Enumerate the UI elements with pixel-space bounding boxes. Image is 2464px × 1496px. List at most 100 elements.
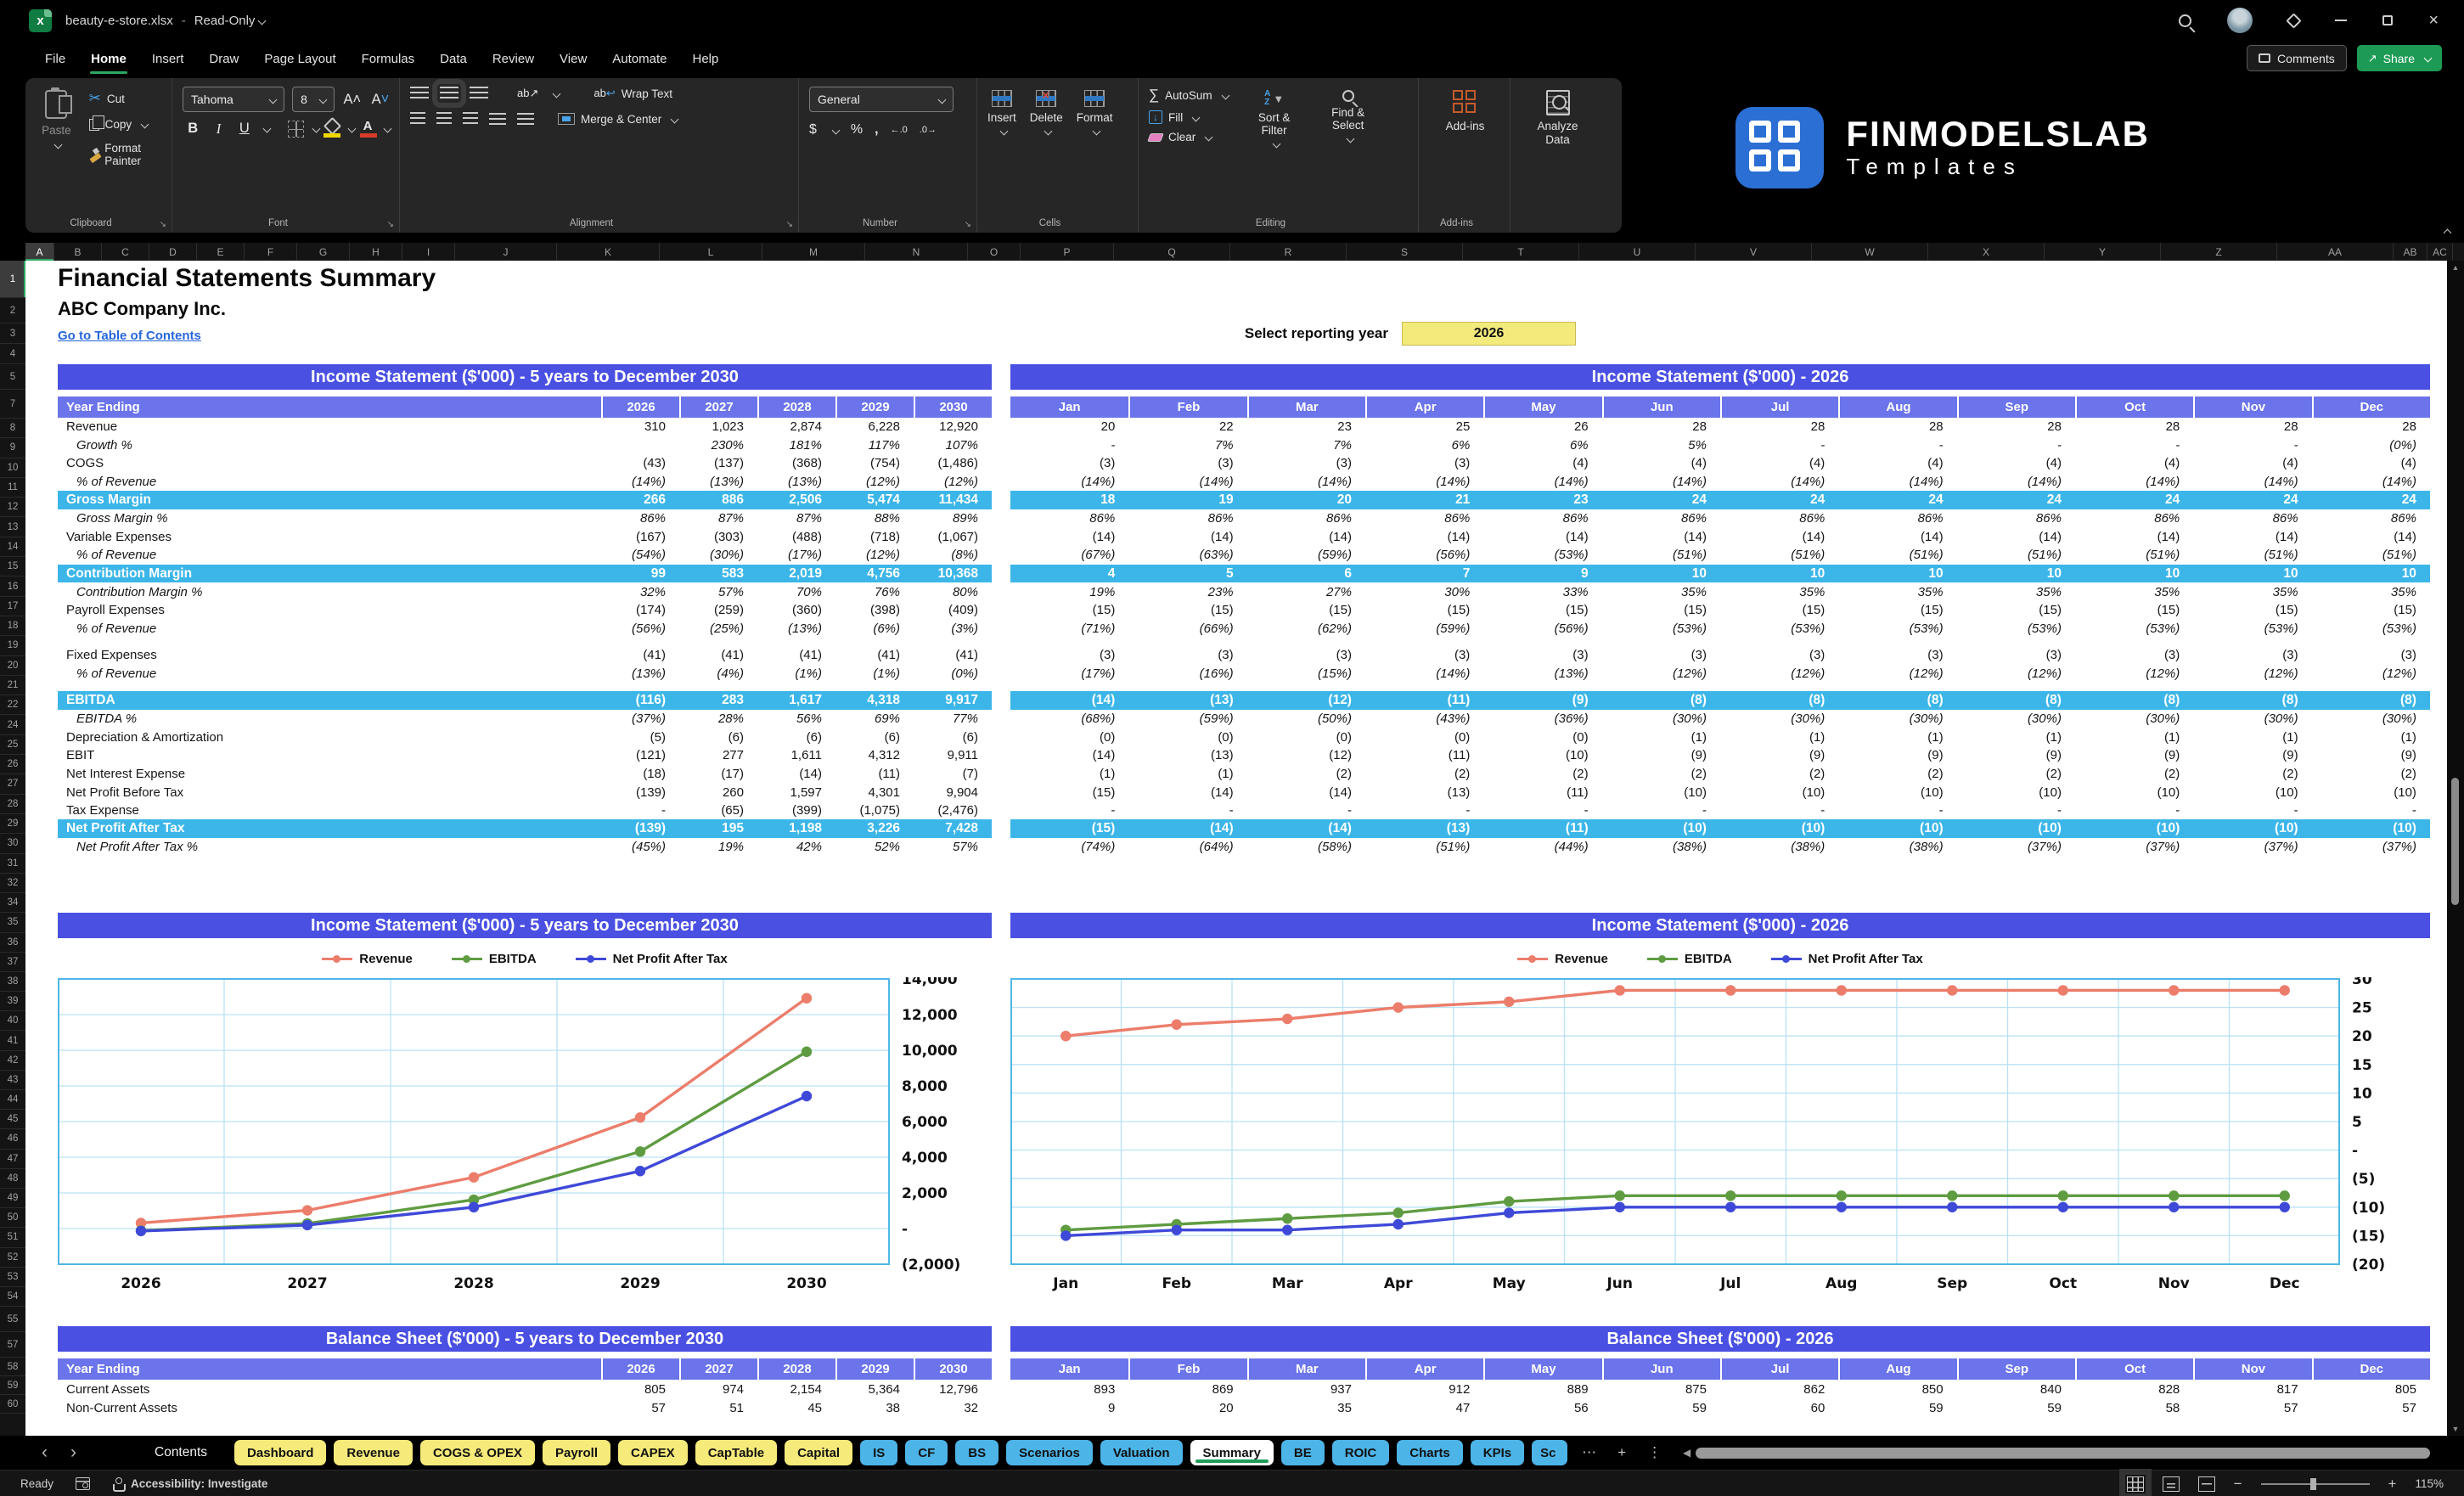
table-cell[interactable]: 26 [1483,419,1601,434]
table-cell[interactable]: (10) [1720,821,1838,836]
table-cell[interactable]: (14) [1128,530,1246,544]
table-cell[interactable]: (2) [1365,767,1483,781]
table-cell[interactable]: (9) [1602,748,1720,762]
format-painter-button[interactable]: Format Painter [89,142,163,167]
table-cell[interactable]: (4) [1838,456,1956,470]
sheet-tab-roic[interactable]: ROIC [1331,1440,1390,1465]
cut-button[interactable]: ✂ Cut [89,90,163,107]
column-header-t[interactable]: T [1463,243,1579,261]
vertical-scroll-thumb[interactable] [2451,777,2459,905]
table-cell[interactable]: (13%) [601,666,679,681]
menu-tab-page-layout[interactable]: Page Layout [251,44,348,74]
table-header-feb[interactable]: Feb [1128,396,1246,418]
chevron-down-icon[interactable] [831,126,841,134]
table-cell[interactable]: (54%) [601,548,679,562]
table-header-sep[interactable]: Sep [1956,396,2075,418]
table-cell[interactable]: (10) [2193,785,2311,800]
table-cell[interactable]: (38%) [1838,840,1956,854]
table-cell[interactable]: (53%) [1838,621,1956,636]
table-cell[interactable]: - [1838,803,1956,818]
row-header-48[interactable]: 48 [0,1169,25,1189]
table-cell[interactable]: 10 [1838,566,1956,582]
table-cell[interactable]: (10) [2312,821,2430,836]
table-cell[interactable]: 974 [679,1382,757,1397]
table-cell[interactable]: 86% [1720,511,1838,526]
table-cell[interactable]: 35% [2193,585,2311,599]
table-cell[interactable]: (51%) [1957,548,2075,562]
table-cell[interactable]: (2) [1247,767,1365,781]
table-cell[interactable]: (12%) [2312,666,2430,681]
table-cell[interactable]: (1,486) [914,456,992,470]
table-cell[interactable]: (0) [1365,730,1483,745]
table-cell[interactable]: (8) [1602,693,1720,708]
row-header-20[interactable]: 20 [0,656,25,676]
table-cell[interactable]: - [1602,803,1720,818]
avatar[interactable] [2227,8,2253,33]
table-of-contents-link[interactable]: Go to Table of Contents [58,329,201,343]
table-cell[interactable]: 28 [2312,419,2430,434]
table-cell[interactable]: (6) [757,730,835,745]
column-header-w[interactable]: W [1812,243,1928,261]
table-cell[interactable]: 5 [1128,566,1246,582]
sheet-tab-is[interactable]: IS [860,1440,898,1465]
table-cell[interactable]: 4,756 [835,566,914,582]
table-cell[interactable]: (4) [1957,456,2075,470]
scroll-down-icon[interactable]: ▼ [2447,1425,2464,1433]
column-header-aa[interactable]: AA [2277,243,2394,261]
row-header-34[interactable]: 34 [0,893,25,914]
table-cell[interactable]: 89% [914,511,992,526]
table-cell[interactable]: (1) [1602,730,1720,745]
table-cell[interactable]: (56%) [1483,621,1601,636]
table-cell[interactable]: 1,198 [757,821,835,836]
table-cell[interactable]: 86% [1247,511,1365,526]
table-cell[interactable]: (137) [679,456,757,470]
table-cell[interactable]: (56%) [1365,548,1483,562]
table-cell[interactable]: 45 [757,1401,835,1415]
table-cell[interactable]: (37%) [2075,840,2193,854]
table-cell[interactable]: 23% [1128,585,1246,599]
row-header-41[interactable]: 41 [0,1031,25,1051]
column-header-g[interactable]: G [297,243,350,261]
row-header-13[interactable]: 13 [0,517,25,537]
table-cell[interactable]: (51%) [1602,548,1720,562]
table-cell[interactable]: (139) [601,821,679,836]
table-cell[interactable]: - [2312,803,2430,818]
table-cell[interactable]: (15) [2075,603,2193,617]
table-cell[interactable]: 5,364 [835,1382,914,1397]
table-cell[interactable]: (14) [1247,821,1365,836]
table-cell[interactable]: 70% [757,585,835,599]
table-cell[interactable]: (15) [1838,603,1956,617]
table-cell[interactable]: - [1720,803,1838,818]
table-cell[interactable]: (8%) [914,548,992,562]
table-cell[interactable]: 9,904 [914,785,992,800]
table-cell[interactable]: (14) [1483,530,1601,544]
column-header-l[interactable]: L [660,243,762,261]
table-cell[interactable]: 23 [1483,492,1601,508]
sheet-tab-cogs-opex[interactable]: COGS & OPEX [419,1440,535,1465]
table-cell[interactable]: (14%) [1365,475,1483,489]
percent-format-button[interactable]: % [851,122,863,138]
table-cell[interactable]: 277 [679,748,757,762]
sort-filter-button[interactable]: A Z ▼ Sort & Filter [1246,87,1303,149]
table-cell[interactable]: 35% [2075,585,2193,599]
table-cell[interactable]: (8) [2193,693,2311,708]
collapse-ribbon-icon[interactable] [2443,228,2452,238]
column-header-d[interactable]: D [149,243,197,261]
table-cell[interactable]: (15%) [1247,666,1365,681]
table-cell[interactable]: 86% [2075,511,2193,526]
table-header-oct[interactable]: Oct [2074,1358,2193,1380]
table-cell[interactable]: 47 [1365,1401,1483,1415]
table-cell[interactable]: 10 [1720,566,1838,582]
table-cell[interactable]: (3) [2193,648,2311,662]
table-cell[interactable]: (13) [1128,748,1246,762]
row-header-39[interactable]: 39 [0,992,25,1012]
table-header-2028[interactable]: 2028 [757,1358,835,1380]
table-cell[interactable]: (9) [2193,748,2311,762]
row-header-5[interactable]: 5 [0,364,25,390]
page-layout-view-button[interactable] [2162,1476,2180,1492]
table-cell[interactable]: 850 [1838,1382,1956,1397]
table-cell[interactable]: 21 [1365,492,1483,508]
table-cell[interactable]: (51%) [1838,548,1956,562]
table-cell[interactable]: (1%) [835,666,914,681]
column-header-z[interactable]: Z [2161,243,2277,261]
